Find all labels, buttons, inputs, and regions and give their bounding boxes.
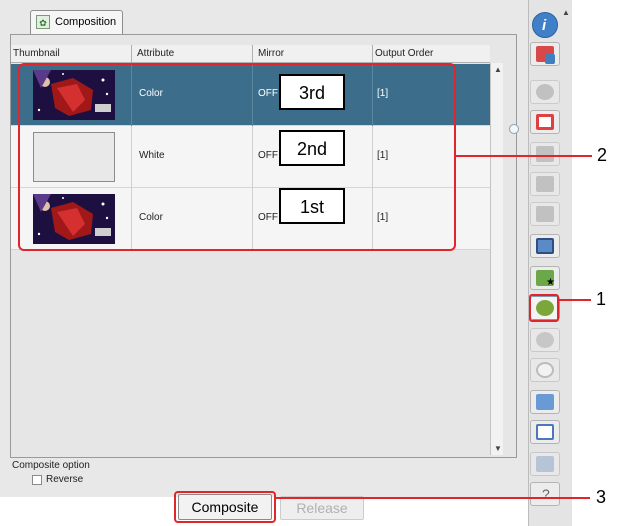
trash-icon[interactable] (530, 452, 560, 476)
callout-1-highlight (529, 294, 559, 322)
trash-glyph (536, 456, 554, 472)
callout-3-highlight (174, 491, 276, 523)
copy-icon[interactable] (530, 390, 560, 414)
list-scrollbar[interactable]: ▲ ▼ (490, 63, 503, 455)
disabled-icon[interactable] (530, 142, 560, 166)
composite-option-title: Composite option (12, 460, 90, 471)
swap-icon[interactable] (530, 420, 560, 444)
toolbar-scroll-up-icon[interactable]: ▲ (562, 8, 570, 24)
star-icon: ★ (546, 277, 555, 288)
layout-icon[interactable] (530, 234, 560, 258)
rotate-icon[interactable] (530, 358, 560, 382)
header-mirror: Mirror (258, 48, 285, 59)
frame-glyph (536, 114, 554, 130)
disabled-icon[interactable] (530, 172, 560, 196)
disabled-glyph (536, 176, 554, 192)
move-icon[interactable] (530, 328, 560, 352)
import-badge (545, 54, 555, 64)
disabled-glyph (536, 84, 554, 100)
disabled-glyph (536, 146, 554, 162)
help-glyph: ? (542, 486, 550, 502)
disabled-glyph (536, 206, 554, 222)
composite-option-group: Composite option Reverse (10, 458, 518, 490)
move-glyph (536, 332, 554, 348)
callout-2-number: 2 (597, 145, 608, 165)
callout-3-number: 3 (596, 487, 607, 507)
callout-1-number: 1 (596, 289, 607, 309)
layout-glyph (536, 238, 554, 254)
add-favorite-icon[interactable]: ★ (530, 266, 560, 290)
tab-composition-label: Composition (55, 16, 117, 28)
info-glyph: i (542, 17, 547, 34)
header-divider (372, 45, 373, 63)
copy-glyph (536, 394, 554, 410)
frame-icon[interactable] (530, 110, 560, 134)
callout-2-line (456, 155, 592, 157)
header-output-order: Output Order (375, 48, 434, 59)
disabled-icon[interactable] (530, 80, 560, 104)
header-divider (252, 45, 253, 63)
scroll-up-icon[interactable]: ▲ (494, 65, 502, 74)
release-button[interactable]: Release (280, 496, 364, 520)
tab-composition[interactable]: ✿ Composition (30, 10, 123, 34)
callout-3-line (276, 497, 590, 499)
header-thumbnail: Thumbnail (13, 48, 60, 59)
composition-icon: ✿ (36, 15, 50, 29)
callout-2-highlight (18, 63, 456, 251)
scroll-down-icon[interactable]: ▼ (494, 444, 502, 453)
rotate-glyph (536, 362, 554, 378)
swap-glyph (536, 424, 554, 440)
disabled-icon[interactable] (530, 202, 560, 226)
table-header: Thumbnail Attribute Mirror Output Order (11, 45, 490, 63)
callout-1-line (559, 299, 591, 301)
reverse-checkbox[interactable] (32, 475, 42, 485)
header-attribute: Attribute (137, 48, 175, 59)
reverse-label: Reverse (46, 474, 84, 485)
right-toolbar (528, 0, 572, 526)
help-icon[interactable]: ? (530, 482, 560, 506)
info-icon[interactable]: i (532, 12, 558, 38)
splitter-handle[interactable] (509, 124, 519, 134)
header-divider (131, 45, 132, 63)
import-icon[interactable] (530, 42, 560, 66)
